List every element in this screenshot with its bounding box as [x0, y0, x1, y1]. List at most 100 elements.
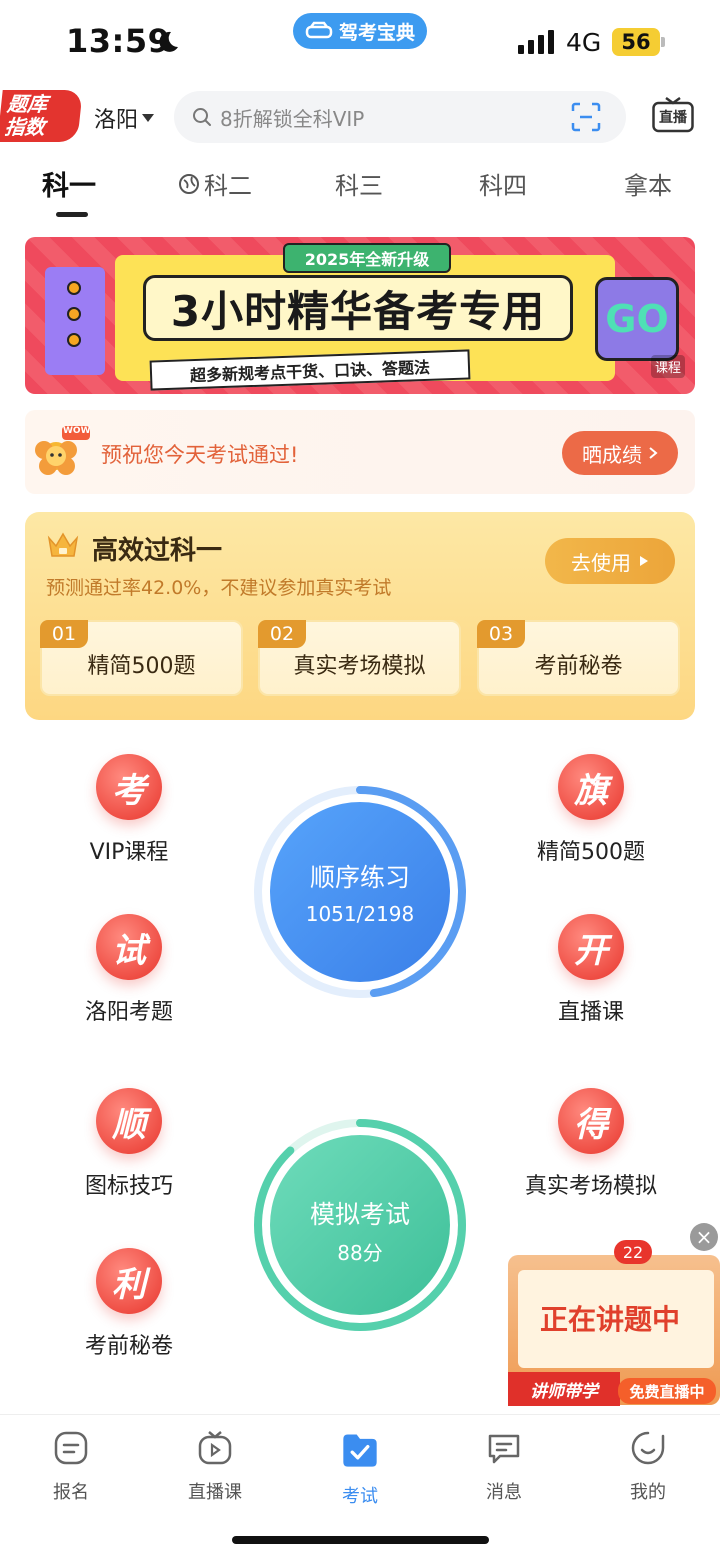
- tab-subject-2-label: 科二: [204, 172, 252, 200]
- moon-icon: [159, 31, 178, 52]
- crown-icon: [47, 532, 79, 557]
- luck-icon: 利: [96, 1248, 162, 1314]
- nav-label: 我的: [630, 1482, 666, 1503]
- item-label: 真实考场模拟: [293, 654, 426, 679]
- test-icon: 试: [96, 914, 162, 980]
- battery-tip: [661, 37, 665, 47]
- flag-icon: 旗: [558, 754, 624, 820]
- practice-title: 顺序练习: [309, 863, 410, 892]
- nav-register[interactable]: 报名: [16, 1430, 126, 1504]
- network-type: 4G: [566, 28, 602, 57]
- app-pill-label: 驾考宝典: [338, 21, 415, 44]
- feature-live-course[interactable]: 开 直播课: [496, 914, 686, 1026]
- battery-level: 56: [612, 28, 660, 56]
- nav-exam[interactable]: 考试: [305, 1430, 415, 1508]
- nav-label: 报名: [53, 1482, 89, 1503]
- banner-go-badge: GO: [595, 277, 679, 361]
- item-label: 考前秘卷: [534, 654, 623, 679]
- search-icon: [193, 108, 211, 126]
- car-icon: [305, 21, 333, 39]
- home-indicator: [232, 1536, 489, 1544]
- tab-license[interactable]: 拿本: [624, 166, 672, 201]
- feature-local-questions[interactable]: 试 洛阳考题: [34, 914, 224, 1026]
- play-icon: [640, 556, 648, 566]
- nav-label: 考试: [342, 1486, 378, 1507]
- wow-label: WOW: [63, 426, 91, 436]
- profile-icon: [631, 1431, 665, 1465]
- mock-exam-title: 模拟考试: [309, 1200, 410, 1229]
- message-icon: [488, 1434, 520, 1464]
- efficient-item-3[interactable]: 03 考前秘卷: [477, 620, 680, 696]
- mock-exam-button[interactable]: 模拟考试 88分: [250, 1115, 470, 1335]
- free-live-label: 免费直播中: [618, 1378, 716, 1404]
- wow-flower-icon: WOW: [28, 424, 92, 480]
- feature-label: 洛阳考题: [84, 1000, 173, 1025]
- app-pill[interactable]: 驾考宝典: [293, 13, 427, 49]
- mock-exam-score: 88分: [337, 1241, 383, 1265]
- signal-icon: [518, 30, 554, 54]
- city-label: 洛阳: [94, 108, 139, 133]
- open-icon: 开: [558, 914, 624, 980]
- feature-label: 精简500题: [537, 840, 645, 865]
- banner-title: 3小时精华备考专用: [143, 275, 573, 341]
- city-selector[interactable]: 洛阳: [94, 102, 155, 134]
- scan-icon[interactable]: [571, 102, 601, 132]
- feature-vip-course[interactable]: 考 VIP课程: [34, 754, 224, 866]
- efficient-item-1[interactable]: 01 精简500题: [40, 620, 243, 696]
- nav-label: 直播课: [188, 1482, 242, 1503]
- vip-course-icon: 考: [96, 754, 162, 820]
- search-placeholder: 8折解锁全科VIP: [220, 106, 365, 131]
- use-now-button[interactable]: 去使用: [545, 538, 675, 584]
- item-number: 01: [40, 620, 88, 648]
- promo-banner[interactable]: 2025年全新升级 3小时精华备考专用 超多新规考点干货、口诀、答题法 GO 课…: [25, 237, 695, 394]
- live-icon-label: 直播: [659, 110, 687, 126]
- live-count-badge: 22: [614, 1240, 652, 1264]
- efficient-title: 高效过科一: [92, 536, 223, 566]
- chevron-right-icon: [649, 447, 658, 459]
- globe-icon: [179, 173, 199, 194]
- tab-subject-1[interactable]: 科一: [42, 164, 96, 203]
- feature-500-questions[interactable]: 旗 精简500题: [496, 754, 686, 866]
- feature-icon-tips[interactable]: 顺 图标技巧: [34, 1088, 224, 1200]
- nav-messages[interactable]: 消息: [449, 1430, 559, 1504]
- feature-label: VIP课程: [89, 840, 169, 865]
- nav-live-course[interactable]: 直播课: [160, 1430, 270, 1504]
- sequential-practice-button[interactable]: 顺序练习 1051/2198: [250, 782, 470, 1002]
- feature-label: 考前秘卷: [84, 1334, 173, 1359]
- item-label: 精简500题: [87, 654, 196, 679]
- live-status-text: 正在讲题中: [540, 1303, 681, 1336]
- tab-subject-2[interactable]: 科二: [178, 166, 252, 201]
- feature-label: 直播课: [557, 1000, 624, 1025]
- search-bar[interactable]: 8折解锁全科VIP: [174, 91, 626, 143]
- banner-tag: 2025年全新升级: [283, 243, 451, 273]
- feature-secret-paper[interactable]: 利 考前秘卷: [34, 1248, 224, 1360]
- banner-course-label: 课程: [651, 355, 686, 378]
- nav-profile[interactable]: 我的: [593, 1430, 703, 1504]
- question-bank-logo[interactable]: 题库 指数: [0, 90, 83, 142]
- nav-label: 消息: [486, 1482, 522, 1503]
- use-now-label: 去使用: [571, 550, 631, 575]
- feature-real-exam-sim[interactable]: 得 真实考场模拟: [496, 1088, 686, 1200]
- bank-logo-text: 题库 指数: [3, 92, 49, 139]
- close-icon[interactable]: ×: [690, 1223, 718, 1251]
- status-time: 13:59: [66, 22, 171, 60]
- tv-icon: [198, 1431, 232, 1465]
- item-number: 03: [477, 620, 525, 648]
- gain-icon: 得: [558, 1088, 624, 1154]
- tab-subject-3[interactable]: 科三: [335, 166, 383, 201]
- share-score-button[interactable]: 晒成绩: [562, 431, 678, 475]
- teacher-label: 讲师带学: [508, 1372, 620, 1406]
- exam-folder-icon: [343, 1434, 377, 1467]
- feature-label: 图标技巧: [84, 1174, 173, 1199]
- share-score-label: 晒成绩: [582, 442, 642, 467]
- feature-label: 真实考场模拟: [524, 1174, 657, 1199]
- tab-subject-4[interactable]: 科四: [479, 166, 527, 201]
- efficient-item-2[interactable]: 02 真实考场模拟: [258, 620, 461, 696]
- practice-progress: 1051/2198: [305, 902, 415, 926]
- register-icon: [54, 1431, 88, 1465]
- smooth-icon: 顺: [96, 1088, 162, 1154]
- live-broadcast-icon[interactable]: 直播: [652, 96, 694, 133]
- item-number: 02: [258, 620, 306, 648]
- tab-underline: [56, 212, 88, 217]
- banner-side-panel: [45, 267, 105, 375]
